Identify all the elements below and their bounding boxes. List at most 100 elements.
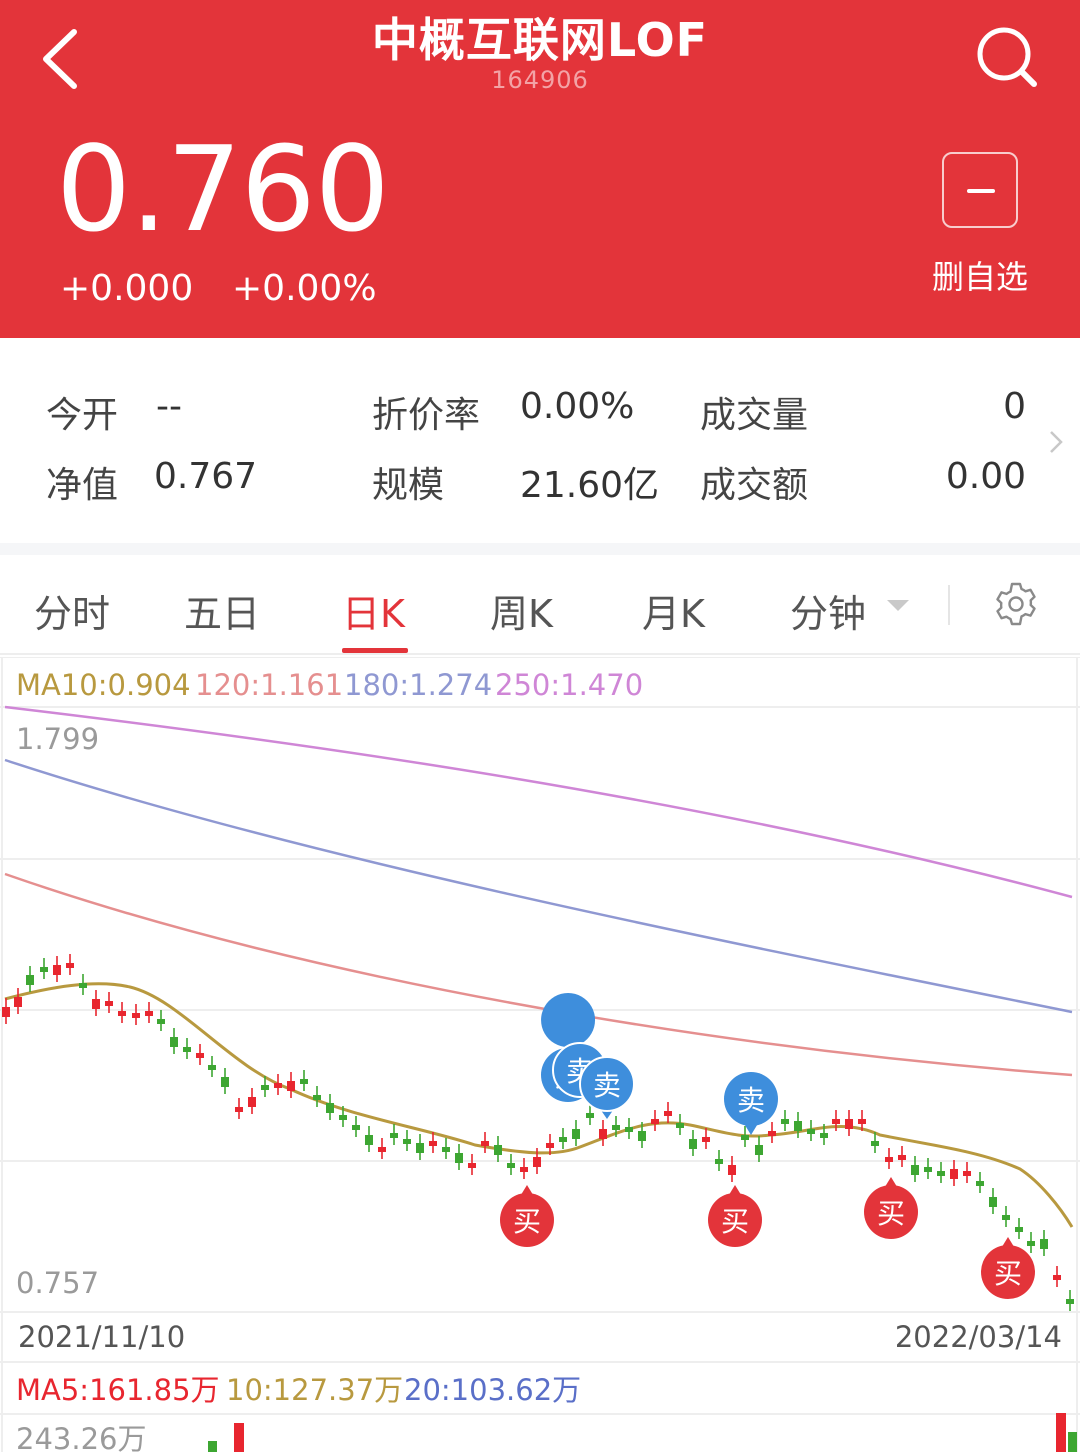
nav-label: 净值 (46, 465, 119, 506)
ma120-line (4, 872, 1073, 1077)
candle-body (664, 1111, 672, 1116)
candle-body (937, 1171, 945, 1176)
ma250-legend: 250:1.470 (495, 668, 643, 702)
quote-header: 中概互联网LOF 164906 0.760 +0.000 +0.00% 删自选 (0, 0, 1080, 338)
sell-signal-marker[interactable]: 卖 (724, 1072, 778, 1135)
candle-body (1027, 1241, 1035, 1246)
fund-code: 164906 (491, 66, 589, 94)
minus-icon (967, 189, 995, 193)
candle-body (118, 1011, 126, 1016)
volume-bar (1068, 1432, 1077, 1452)
current-price: 0.760 (56, 120, 390, 258)
search-icon[interactable] (972, 24, 1042, 94)
candle-body (157, 1019, 165, 1024)
fund-name: 中概互联网LOF (371, 13, 709, 67)
candle-body (235, 1107, 243, 1112)
candle-body (274, 1083, 282, 1088)
candle-body (1053, 1275, 1061, 1280)
price-change: +0.000 (60, 268, 194, 309)
quote-stats[interactable]: 今开 -- 净值 0.767 折价率 0.00% 规模 21.60亿 成交量 0… (0, 338, 1080, 543)
discount-value: 0.00% (520, 386, 635, 427)
candle-body (481, 1141, 489, 1146)
candle-body (53, 965, 61, 975)
remove-watchlist-label[interactable]: 删自选 (920, 252, 1040, 298)
ma180-legend: 180:1.274 (344, 668, 492, 702)
sell-signal-marker[interactable]: 卖 (579, 1056, 635, 1119)
buy-signal-marker[interactable]: 买 (500, 1185, 554, 1247)
candle-body (1040, 1239, 1048, 1249)
candle-body (1015, 1227, 1023, 1232)
candle-body (221, 1077, 229, 1087)
candle-body (572, 1129, 580, 1139)
svg-text:买: 买 (994, 1257, 1022, 1290)
volume-max-label: 243.26万 (16, 1422, 146, 1452)
candle-body (950, 1169, 958, 1179)
tab-intraday[interactable]: 分时 (34, 583, 110, 638)
candle-body (79, 983, 87, 988)
tab-minute[interactable]: 分钟 (790, 583, 866, 638)
discount-label: 折价率 (372, 395, 481, 436)
candle-body (494, 1145, 502, 1155)
amount-value: 0.00 (945, 456, 1026, 497)
candle-body (768, 1131, 776, 1136)
candle-body (741, 1135, 749, 1140)
candle-body (313, 1095, 321, 1100)
buy-signal-marker[interactable]: 买 (981, 1237, 1035, 1299)
volume-bar (1056, 1413, 1066, 1452)
buy-signal-marker[interactable]: 买 (708, 1185, 762, 1247)
candle-body (326, 1103, 334, 1113)
open-value: -- (156, 386, 182, 427)
candle-body (429, 1141, 437, 1146)
candle-body (858, 1119, 866, 1124)
tab-daily-k[interactable]: 日K (342, 583, 405, 638)
candle-body (702, 1137, 710, 1142)
candle-body (599, 1129, 607, 1139)
volume-ma20-legend: 20:103.62万 (404, 1373, 581, 1407)
candle-body (170, 1037, 178, 1047)
ma10-line (4, 982, 1074, 1228)
ma120-legend: 120:1.161 (195, 668, 343, 702)
candle-body (533, 1157, 541, 1167)
volume-bar (234, 1423, 244, 1452)
settings-gear-icon[interactable] (992, 580, 1040, 628)
candle-body (442, 1147, 450, 1152)
candle-body (403, 1139, 411, 1144)
candle-body (378, 1147, 386, 1152)
section-divider (0, 543, 1080, 555)
candle-body (676, 1123, 684, 1128)
tab-five-day[interactable]: 五日 (184, 583, 260, 638)
volume-ma10-legend: 10:127.37万 (226, 1373, 403, 1407)
candle-body (390, 1133, 398, 1138)
candle-body (989, 1197, 997, 1207)
candle-body (807, 1129, 815, 1134)
amount-label: 成交额 (700, 465, 809, 506)
candle-body (339, 1115, 347, 1120)
volume-ma5-legend: MA5:161.85万 (16, 1373, 220, 1407)
candle-body (468, 1163, 476, 1168)
remove-watchlist-button[interactable] (942, 152, 1018, 228)
dropdown-caret-icon[interactable] (886, 599, 910, 613)
candle-body (105, 1001, 113, 1006)
candle-body (546, 1143, 554, 1148)
candle-body (781, 1119, 789, 1124)
svg-text:卖: 卖 (593, 1069, 621, 1102)
chevron-right-icon[interactable] (1044, 428, 1068, 456)
scale-value: 21.60亿 (520, 465, 660, 506)
candle-body (689, 1139, 697, 1149)
svg-text:买: 买 (513, 1205, 541, 1238)
k-line-chart[interactable]: MA10:0.904 120:1.161 180:1.274 250:1.470… (0, 657, 1080, 1452)
candle-body (871, 1141, 879, 1146)
candle-body (976, 1181, 984, 1186)
open-label: 今开 (46, 395, 119, 436)
candle-body (14, 997, 22, 1007)
candle-body (40, 967, 48, 972)
nav-value: 0.767 (154, 456, 258, 497)
volume-bar (208, 1441, 217, 1452)
chart-period-tabs: 分时 五日 日K 周K 月K 分钟 (0, 555, 1080, 655)
buy-signal-marker[interactable]: 买 (864, 1177, 918, 1239)
tab-weekly-k[interactable]: 周K (490, 583, 553, 638)
tab-monthly-k[interactable]: 月K (642, 583, 705, 638)
candle-body (66, 963, 74, 968)
candle-body (92, 999, 100, 1009)
active-tab-indicator (342, 648, 408, 653)
